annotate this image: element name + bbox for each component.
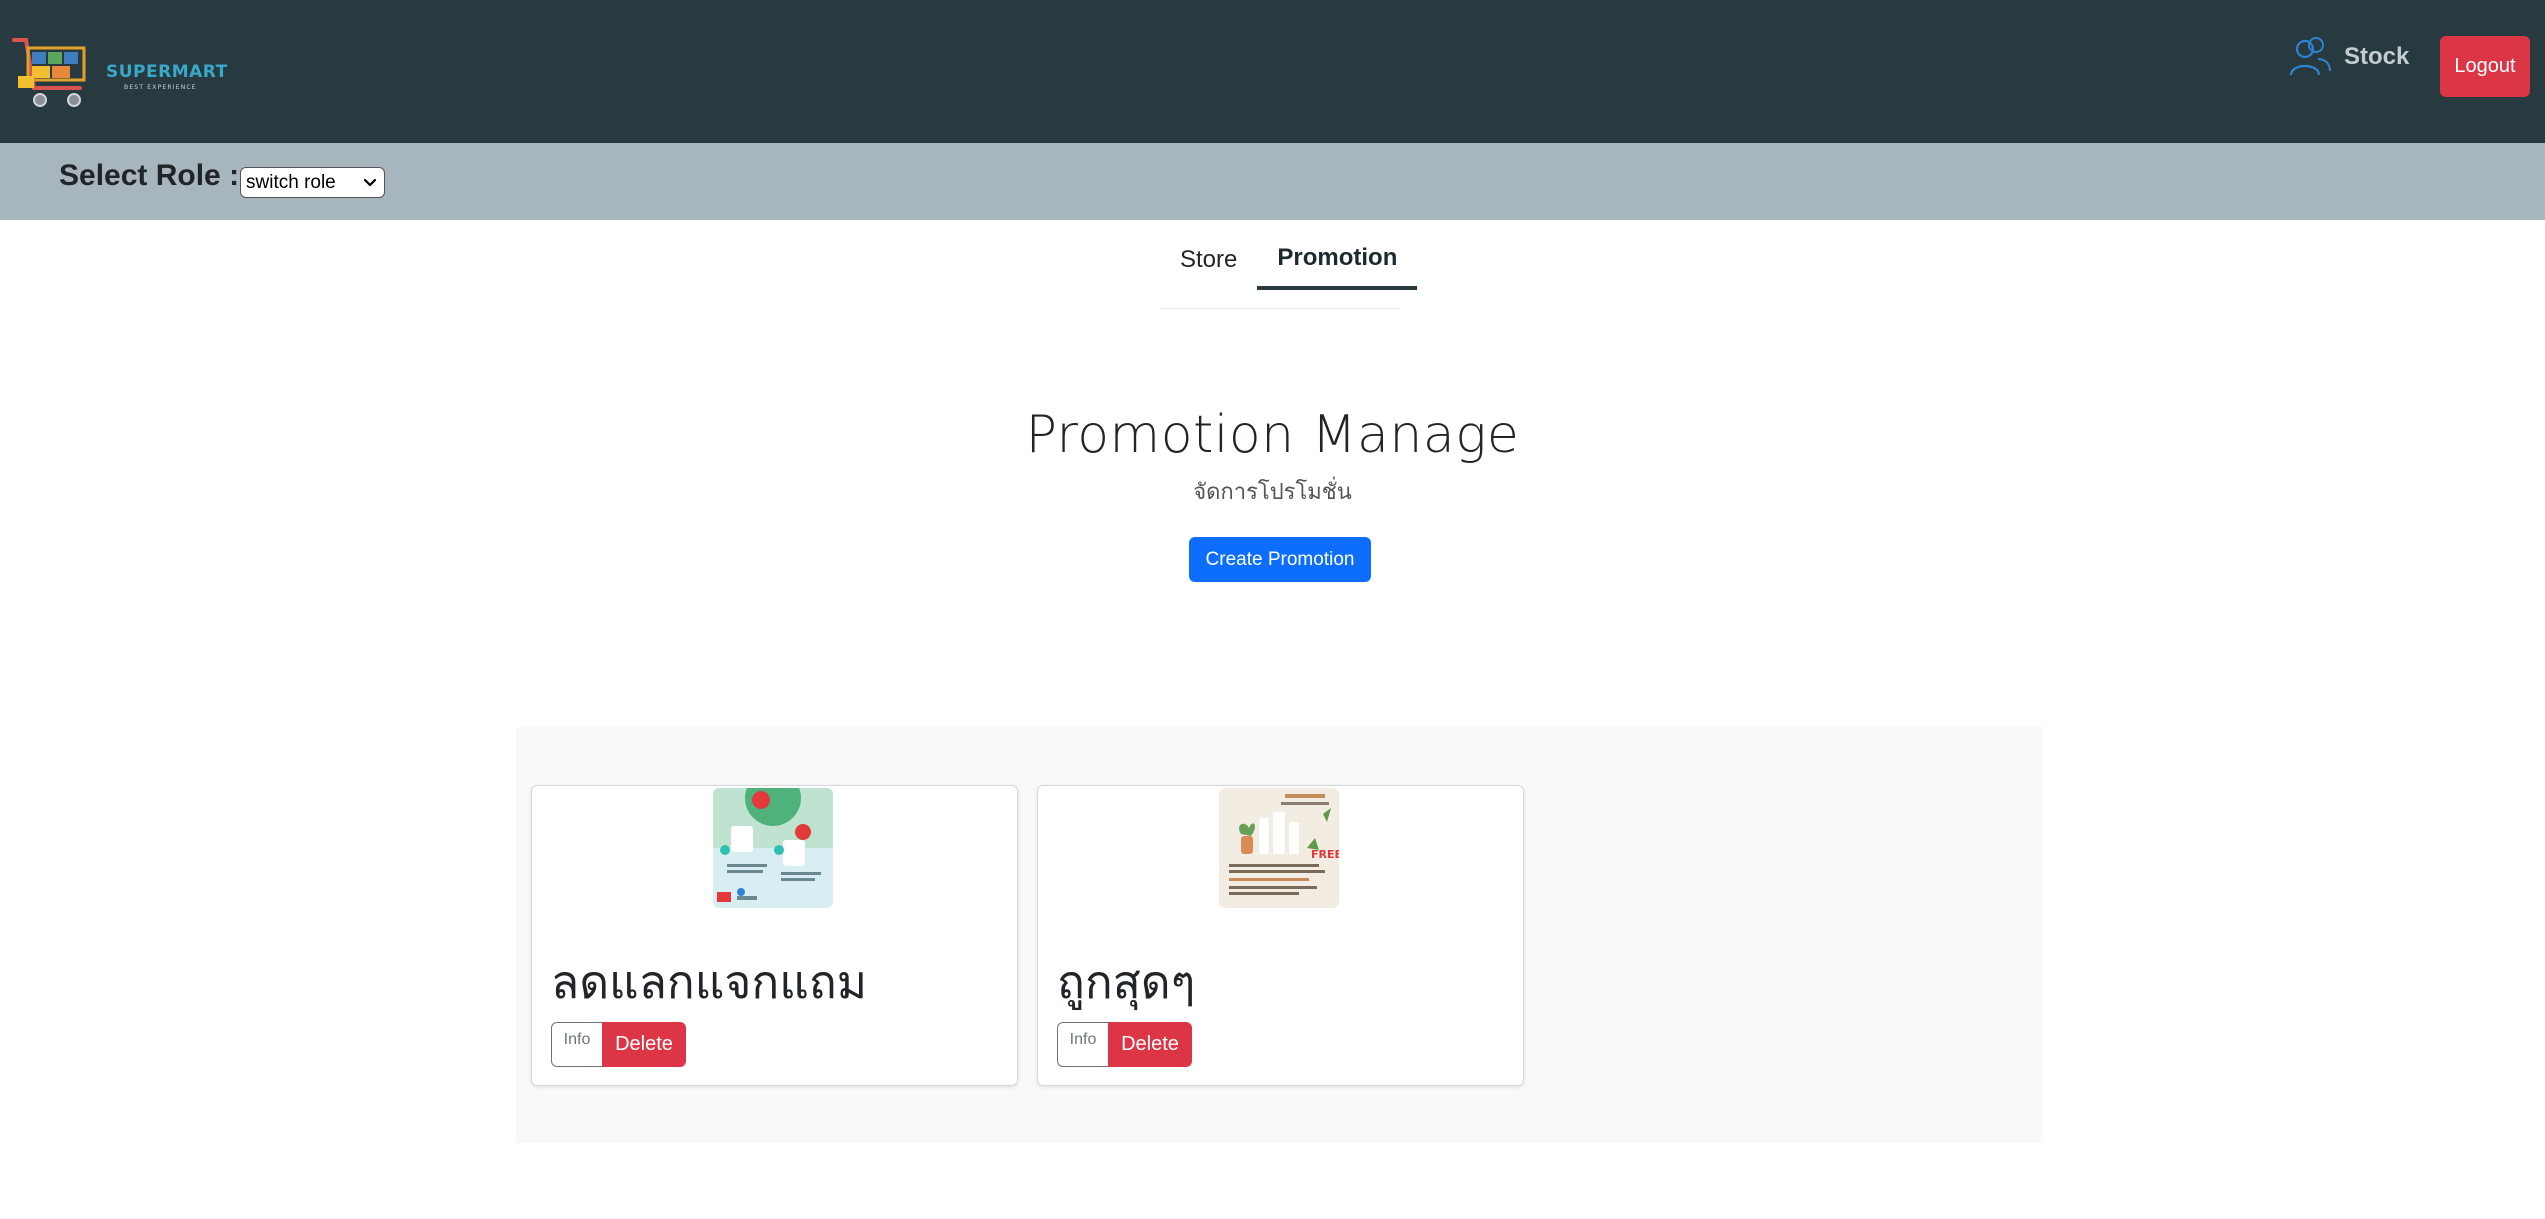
shopping-cart-icon bbox=[12, 38, 86, 107]
create-promotion-button[interactable]: Create Promotion bbox=[1189, 537, 1371, 582]
promotion-image bbox=[713, 788, 833, 908]
role-select-value: switch role bbox=[246, 171, 336, 193]
promotion-poster-2: FREE bbox=[1219, 788, 1339, 908]
brand-name: SUPERMART bbox=[106, 62, 228, 82]
delete-button[interactable]: Delete bbox=[602, 1022, 686, 1067]
promotion-list: ลดแลกแจกแถม Info Delete FREE ถูกสุดๆ Inf… bbox=[516, 727, 2043, 1143]
supermart-logo[interactable]: SUPERMART BEST EXPERIENCE bbox=[12, 34, 227, 114]
promotion-image: FREE bbox=[1219, 788, 1339, 908]
brand-tagline: BEST EXPERIENCE bbox=[124, 84, 197, 91]
top-navbar: SUPERMART BEST EXPERIENCE Stock Logout bbox=[0, 0, 2545, 143]
svg-text:FREE: FREE bbox=[1311, 848, 1339, 861]
tab-promotion[interactable]: Promotion bbox=[1257, 230, 1418, 290]
stock-link[interactable]: Stock bbox=[2288, 34, 2409, 80]
promotion-title: ถูกสุดๆ bbox=[1057, 955, 1196, 1009]
select-role-label: Select Role : bbox=[59, 159, 240, 192]
delete-button[interactable]: Delete bbox=[1108, 1022, 1192, 1067]
promotion-card: ลดแลกแจกแถม Info Delete bbox=[531, 785, 1018, 1086]
page-tabs: Store Promotion bbox=[1160, 230, 1418, 290]
promotion-actions: Info Delete bbox=[551, 1022, 686, 1067]
promotion-actions: Info Delete bbox=[1057, 1022, 1192, 1067]
role-bar: Select Role : switch role bbox=[0, 143, 2545, 220]
tabs-divider bbox=[1160, 308, 1400, 309]
role-select[interactable]: switch role bbox=[240, 167, 385, 198]
promotion-card: FREE ถูกสุดๆ Info Delete bbox=[1037, 785, 1524, 1086]
stock-label: Stock bbox=[2344, 43, 2410, 70]
chevron-down-icon bbox=[363, 178, 377, 187]
promotion-poster-1 bbox=[713, 788, 833, 908]
tab-store[interactable]: Store bbox=[1160, 230, 1257, 290]
logout-button[interactable]: Logout bbox=[2440, 36, 2530, 97]
promotion-title: ลดแลกแจกแถม bbox=[551, 955, 868, 1009]
page-title: Promotion Manage bbox=[1025, 405, 1520, 465]
info-button[interactable]: Info bbox=[551, 1022, 602, 1067]
info-button[interactable]: Info bbox=[1057, 1022, 1108, 1067]
users-icon bbox=[2289, 37, 2331, 76]
page-subtitle: จัดการโปรโมชั่น bbox=[1193, 480, 1352, 505]
